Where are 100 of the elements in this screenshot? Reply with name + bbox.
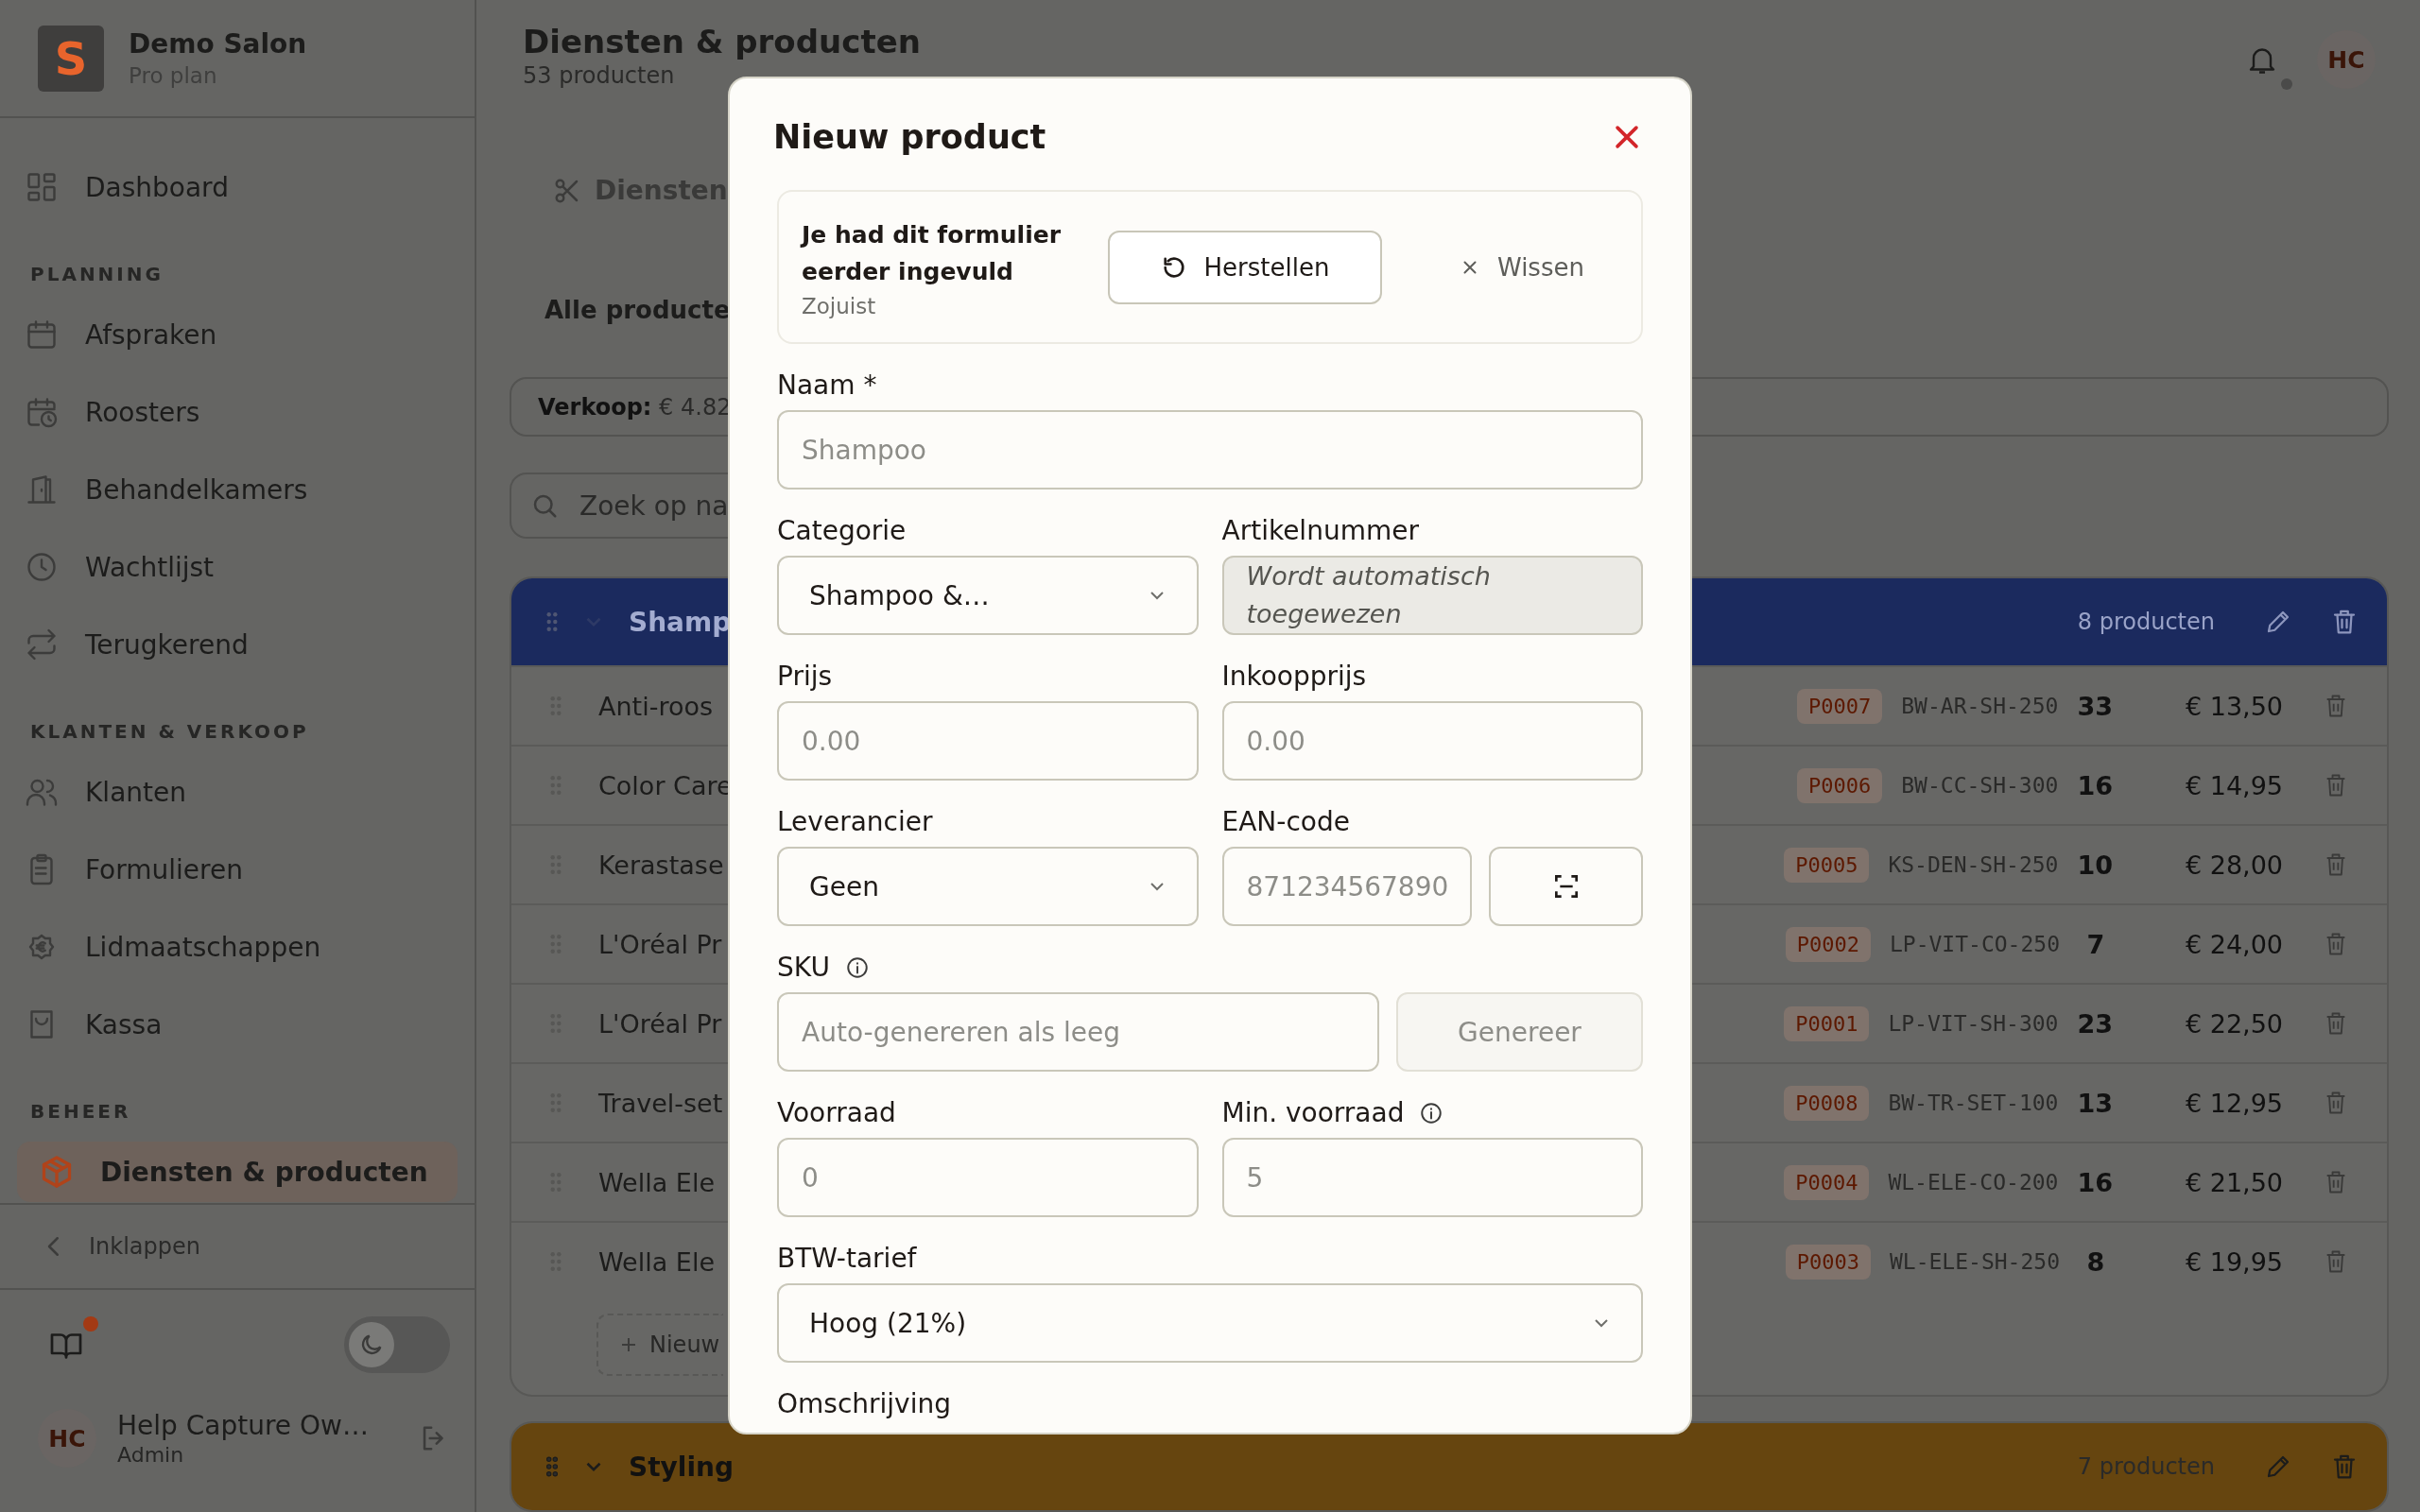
nav-item[interactable]: Formulieren: [17, 839, 458, 900]
stock-count: 8: [2085, 1246, 2106, 1277]
field-label: Artikelnummer: [1221, 514, 1419, 548]
product-code: P0003: [1785, 1244, 1871, 1280]
nav-item[interactable]: Dashboard: [17, 157, 458, 217]
stock-count: 16: [2077, 770, 2113, 800]
product-code: P0006: [1797, 767, 1883, 803]
door-icon: [25, 472, 59, 507]
product-name: Travel-set: [598, 1088, 723, 1118]
product-name: Kerastase: [598, 850, 724, 880]
product-name: L'Oréal Pr: [598, 1008, 722, 1039]
calendar-icon: [25, 318, 59, 352]
text-field[interactable]: Shampoo: [777, 410, 1643, 490]
product-sku: LP-VIT-SH-300: [1888, 1011, 2059, 1036]
drag-handle-icon[interactable]: [545, 611, 559, 632]
stock-count: 13: [2077, 1088, 2113, 1118]
select-field[interactable]: Hoog (21%): [777, 1283, 1643, 1363]
product-sku: WL-ELE-SH-250: [1890, 1249, 2060, 1274]
product-name: Wella Ele: [598, 1246, 716, 1277]
info-icon[interactable]: [1419, 1101, 1444, 1125]
filter-heading: Alle producte: [544, 296, 731, 324]
product-code: P0001: [1784, 1005, 1870, 1041]
readonly-field: Wordt automatisch toegewezen: [1221, 556, 1643, 635]
category-count: 8 producten: [2077, 609, 2215, 635]
product-price: € 12,95: [2184, 1088, 2283, 1118]
clock-icon: [25, 550, 59, 584]
nav-item[interactable]: Wachtlijst: [17, 537, 458, 597]
nav-item[interactable]: Terugkerend: [17, 614, 458, 675]
text-field[interactable]: 0: [777, 1138, 1199, 1217]
nav-item[interactable]: Diensten & producten: [17, 1142, 458, 1202]
calendar-clock-icon: [25, 395, 59, 429]
user-avatar[interactable]: HC: [2317, 30, 2376, 89]
product-code: P0002: [1785, 926, 1871, 962]
product-price: € 24,00: [2184, 929, 2283, 959]
text-field[interactable]: 0.00: [777, 701, 1199, 781]
field-label: Prijs: [777, 660, 833, 694]
restore-button[interactable]: Herstellen: [1108, 230, 1382, 304]
product-price: € 21,50: [2184, 1167, 2283, 1197]
product-name: Wella Ele: [598, 1167, 716, 1197]
product-sku: BW-AR-SH-250: [1901, 694, 2059, 718]
field-label: Leverancier: [777, 805, 933, 839]
product-code: P0005: [1784, 847, 1870, 883]
category-name: Shamp: [629, 606, 732, 638]
draft-message: Je had dit formulier eerder ingevuld: [802, 219, 1062, 287]
stock-count: 23: [2077, 1008, 2113, 1039]
product-name: L'Oréal Pr: [598, 929, 722, 959]
stock-count: 7: [2085, 929, 2106, 959]
clear-button[interactable]: Wissen: [1426, 230, 1618, 304]
product-price: € 19,95: [2184, 1246, 2283, 1277]
user-role: Admin: [117, 1443, 185, 1467]
text-field[interactable]: 0.00: [1221, 701, 1643, 781]
logo: S: [38, 25, 104, 92]
product-sku: BW-TR-SET-100: [1888, 1091, 2059, 1115]
stock-count: 10: [2077, 850, 2113, 880]
product-price: € 13,50: [2184, 691, 2283, 721]
draft-time: Zojuist: [802, 293, 877, 318]
drag-handle-icon[interactable]: [545, 1456, 559, 1477]
field-label: Naam *: [777, 369, 877, 403]
grid-icon: [25, 170, 59, 204]
field-label: Categorie: [777, 514, 907, 548]
user-avatar: HC: [38, 1409, 96, 1468]
field-label: Min. voorraad: [1221, 1096, 1405, 1130]
category-name: Styling: [629, 1451, 734, 1483]
collapse-button[interactable]: Inklappen: [0, 1203, 475, 1290]
product-sku: LP-VIT-CO-250: [1890, 932, 2060, 956]
product-sku: KS-DEN-SH-250: [1888, 852, 2059, 877]
page-title: Diensten & producten: [523, 23, 921, 60]
section-title: BEHEER: [30, 1100, 132, 1123]
nav-item[interactable]: Kassa: [17, 994, 458, 1055]
category-count: 7 producten: [2077, 1453, 2215, 1480]
product-code: P0008: [1784, 1085, 1870, 1121]
section-title: PLANNING: [30, 263, 164, 285]
product-price: € 28,00: [2184, 850, 2283, 880]
field-label: Voorraad: [777, 1096, 896, 1130]
product-price: € 22,50: [2184, 1008, 2283, 1039]
field-label: SKU: [777, 951, 830, 985]
sales-total: Verkoop: € 4.82: [538, 393, 732, 421]
scan-button[interactable]: [1489, 847, 1643, 926]
product-price: € 14,95: [2184, 770, 2283, 800]
text-field[interactable]: 871234567890: [1221, 847, 1472, 926]
product-name: Anti-roos: [598, 691, 714, 721]
product-sku: WL-ELE-CO-200: [1888, 1170, 2059, 1194]
add-product-button[interactable]: Nieuw: [596, 1314, 724, 1376]
nav-item[interactable]: Roosters: [17, 382, 458, 442]
field-label: Omschrijving: [777, 1387, 951, 1421]
product-code: P0007: [1797, 688, 1883, 724]
user-name: Help Capture Ow…: [117, 1410, 370, 1441]
section-title: KLANTEN & VERKOOP: [30, 720, 310, 743]
nav-item[interactable]: Klanten: [17, 762, 458, 822]
stock-count: 16: [2077, 1167, 2113, 1197]
nav-item[interactable]: Afspraken: [17, 304, 458, 365]
product-code: P0004: [1784, 1164, 1870, 1200]
dialog-title: Nieuw product: [773, 118, 1046, 156]
nav-item[interactable]: Behandelkamers: [17, 459, 458, 520]
select-field[interactable]: Geen: [777, 847, 1199, 926]
text-field[interactable]: 5: [1221, 1138, 1643, 1217]
select-field[interactable]: Shampoo &…: [777, 556, 1199, 635]
box-icon: [40, 1155, 74, 1189]
field-label: Inkoopprijs: [1221, 660, 1367, 694]
nav-item[interactable]: Lidmaatschappen: [17, 917, 458, 977]
